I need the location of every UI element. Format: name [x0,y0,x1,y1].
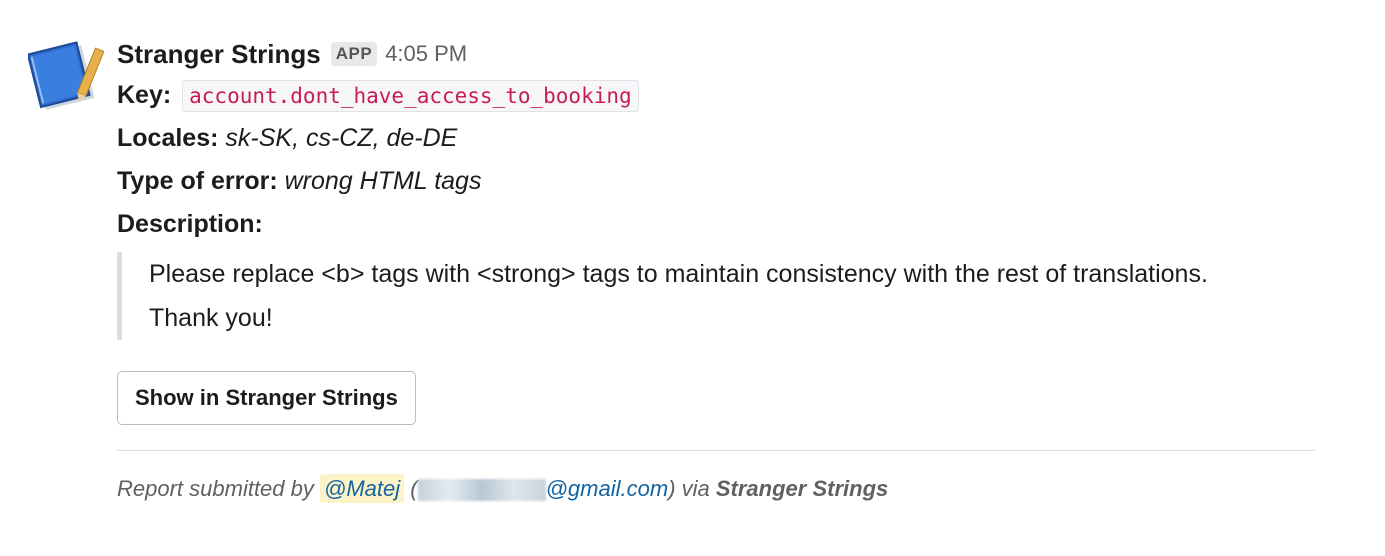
divider [117,450,1315,451]
locales-label: Locales: [117,124,219,152]
key-label: Key: [117,81,172,109]
report-footer: Report submitted by @Matej ( @gmail.com) … [117,474,1325,503]
message-header: Stranger Strings APP 4:05 PM [117,34,1325,74]
timestamp[interactable]: 4:05 PM [385,41,467,67]
description-label: Description: [117,210,263,238]
error-type-value: wrong HTML tags [284,167,482,195]
error-type-label: Type of error: [117,167,278,195]
footer-open-paren: ( [410,476,418,501]
footer-prefix: Report submitted by [117,476,314,501]
email-domain-link[interactable]: @gmail.com [546,476,669,501]
sender-name[interactable]: Stranger Strings [117,39,321,70]
error-type-line: Type of error: wrong HTML tags [117,160,1325,203]
description-quote: Please replace <b> tags with <strong> ta… [117,252,1249,340]
app-badge: APP [330,42,378,66]
locales-line: Locales: sk-SK, cs-CZ, de-DE [117,117,1325,160]
key-code: account.dont_have_access_to_booking [182,80,639,112]
locales-value: sk-SK, cs-CZ, de-DE [225,124,458,152]
footer-via: ) via [668,476,710,501]
show-in-stranger-strings-button[interactable]: Show in Stranger Strings [117,371,416,425]
key-line: Key: account.dont_have_access_to_booking [117,74,1325,117]
via-app-name: Stranger Strings [715,476,889,501]
description-line: Description: [117,203,1325,246]
user-mention[interactable]: @Matej [320,474,405,503]
app-avatar-icon[interactable] [26,40,105,110]
redacted-email-user [417,479,546,502]
message-content: Stranger Strings APP 4:05 PM Key: accoun… [117,34,1325,503]
